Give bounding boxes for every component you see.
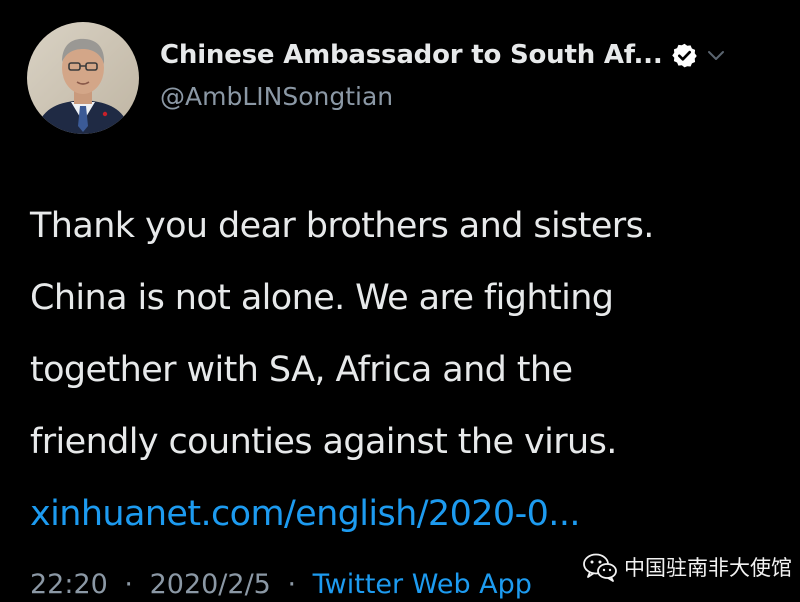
tweet-source-app[interactable]: Twitter Web App <box>313 569 532 600</box>
author-display-name[interactable]: Chinese Ambassador to South Af... <box>160 40 663 70</box>
tweet-text-line: Thank you dear brothers and sisters. <box>30 206 654 246</box>
wechat-icon <box>582 552 618 582</box>
tweet-card: Chinese Ambassador to South Af... @AmbLI… <box>0 0 800 602</box>
tweet-time[interactable]: 22:20 <box>30 569 108 600</box>
avatar[interactable] <box>27 22 139 134</box>
avatar-photo <box>27 22 139 134</box>
tweet-link[interactable]: xinhuanet.com/english/2020-0... <box>30 478 790 550</box>
author-name-row: Chinese Ambassador to South Af... <box>160 40 726 70</box>
tweet-text-line: together with SA, Africa and the <box>30 350 573 390</box>
tweet-text-line: friendly counties against the virus. <box>30 422 617 462</box>
tweet-text-line: China is not alone. We are fighting <box>30 278 614 318</box>
watermark-text: 中国驻南非大使馆 <box>624 556 792 580</box>
tweet-text: Thank you dear brothers and sisters. Chi… <box>30 190 790 550</box>
chevron-down-icon[interactable] <box>706 45 726 65</box>
meta-separator: · <box>287 569 297 600</box>
meta-separator: · <box>124 569 133 600</box>
tweet-date[interactable]: 2020/2/5 <box>150 569 271 600</box>
watermark: 中国驻南非大使馆 <box>582 552 792 582</box>
author-handle[interactable]: @AmbLINSongtian <box>160 82 393 111</box>
tweet-meta: 22:20 · 2020/2/5 · Twitter Web App <box>30 569 532 600</box>
verified-badge-icon <box>671 42 698 69</box>
